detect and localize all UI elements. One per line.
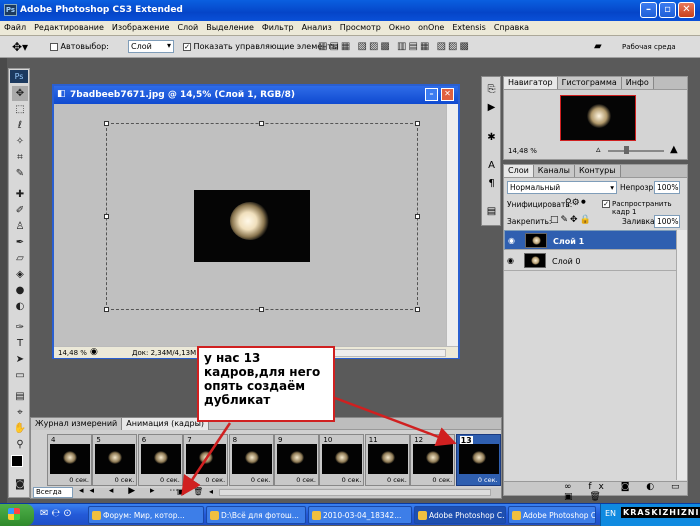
arrow-to-duplicate-button bbox=[181, 422, 232, 497]
system-tray: EN KRASKIZHIZNI bbox=[600, 504, 700, 526]
watermark: KRASKIZHIZNI bbox=[621, 507, 700, 518]
taskbar-item-folder[interactable]: D:\Всё для фотош... bbox=[206, 506, 306, 524]
language-indicator[interactable]: EN bbox=[605, 509, 616, 518]
start-button[interactable] bbox=[0, 504, 34, 526]
taskbar-item-photoshop-2[interactable]: Adobe Photoshop C... bbox=[508, 506, 596, 524]
taskbar-item-screenshot[interactable]: 2010-03-04_18342... bbox=[308, 506, 412, 524]
annotation-arrows bbox=[181, 396, 457, 497]
taskbar: ✉ ℮ ⊙ Форум: Мир, котор... D:\Всё для фо… bbox=[0, 503, 700, 526]
taskbar-item-photoshop[interactable]: Adobe Photoshop C... bbox=[414, 506, 506, 524]
quicklaunch-icons[interactable]: ✉ ℮ ⊙ bbox=[40, 508, 72, 519]
arrow-to-frame-13 bbox=[334, 396, 457, 447]
windows-logo-icon bbox=[8, 508, 20, 520]
taskbar-item-forum[interactable]: Форум: Мир, котор... bbox=[88, 506, 204, 524]
